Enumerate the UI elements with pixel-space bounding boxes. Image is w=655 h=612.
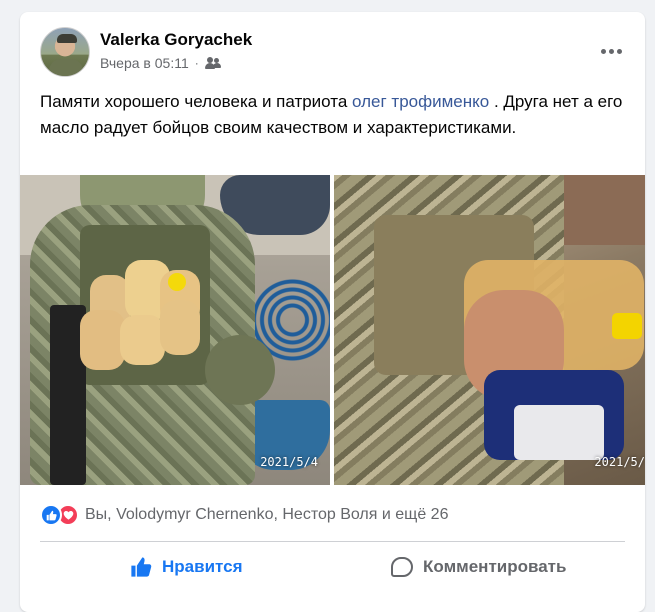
post-header: Valerka Goryachek Вчера в 05:11 · — [40, 27, 625, 77]
meta-separator: · — [194, 56, 199, 70]
author-avatar[interactable] — [40, 27, 90, 77]
like-button-label: Нравится — [162, 557, 243, 576]
author-name[interactable]: Valerka Goryachek — [100, 30, 252, 50]
action-bar: Нравится Комментировать — [40, 548, 625, 586]
photo-2-timestamp: 2021/5/ — [594, 455, 645, 469]
comment-button-label: Комментировать — [423, 557, 567, 576]
post-meta: Вчера в 05:11 · — [100, 55, 221, 71]
photo-grid: 2021/5/4 2021/5/ — [20, 175, 645, 485]
comment-button[interactable]: Комментировать — [333, 548, 626, 586]
comment-icon — [391, 557, 414, 577]
friends-icon — [204, 57, 221, 69]
more-options-icon[interactable] — [595, 39, 627, 63]
post-text: Памяти хорошего человека и патриота олег… — [40, 89, 630, 141]
post-time[interactable]: Вчера в 05:11 — [100, 55, 189, 71]
reaction-icons[interactable] — [40, 504, 79, 526]
post-photo-1[interactable]: 2021/5/4 — [20, 175, 330, 485]
actions-top-divider — [40, 541, 625, 542]
like-reaction-icon — [40, 504, 62, 526]
post-text-part1: Памяти хорошего человека и патриота — [40, 92, 353, 111]
reactions-bar: Вы, Volodymyr Chernenko, Нестор Воля и е… — [40, 500, 625, 530]
mention-link[interactable]: олег трофименко — [352, 92, 489, 111]
post-photo-2[interactable]: 2021/5/ — [334, 175, 645, 485]
photo-1-timestamp: 2021/5/4 — [260, 455, 318, 469]
thumbs-up-icon — [130, 556, 152, 578]
post-card: Valerka Goryachek Вчера в 05:11 · Памяти… — [20, 12, 645, 612]
reactions-summary[interactable]: Вы, Volodymyr Chernenko, Нестор Воля и е… — [85, 506, 448, 524]
like-button[interactable]: Нравится — [40, 548, 333, 586]
